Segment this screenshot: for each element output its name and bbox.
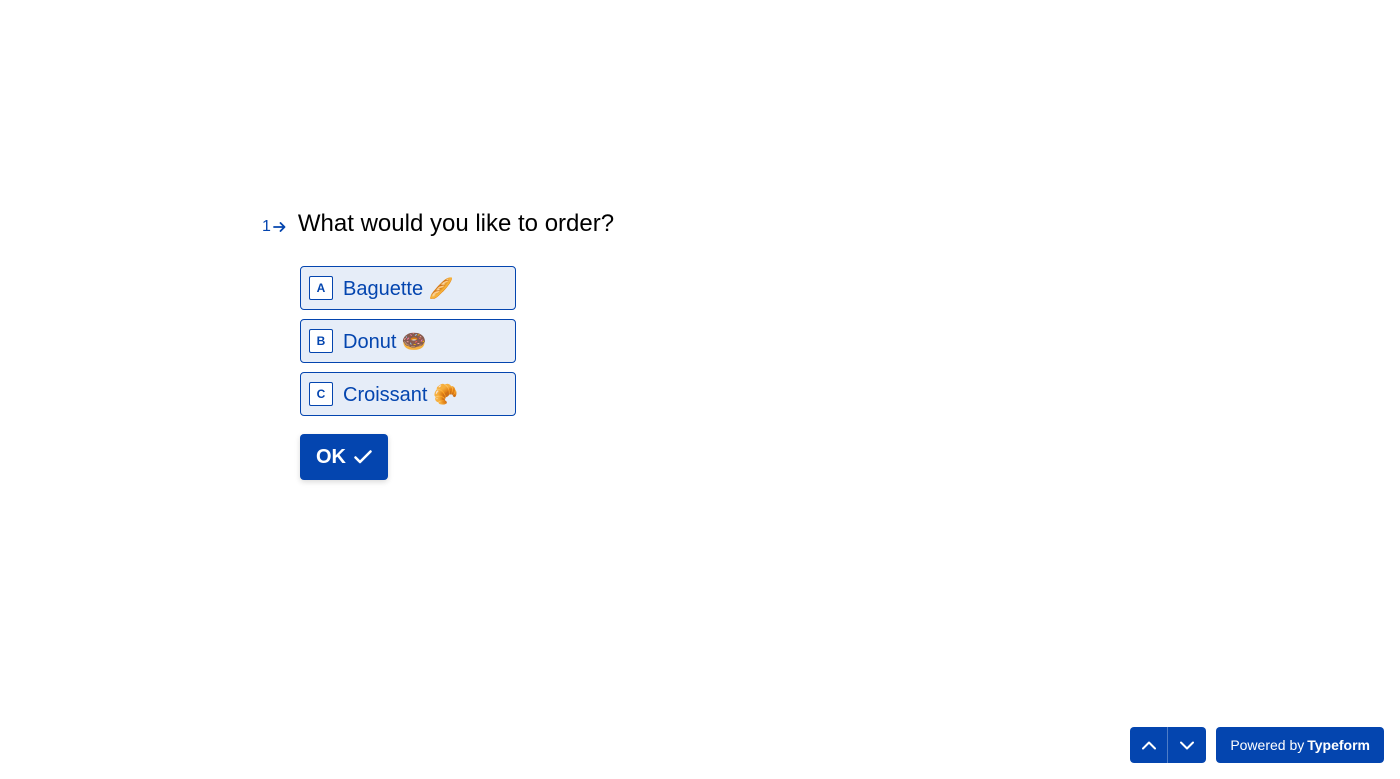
arrow-right-icon <box>273 222 286 232</box>
option-key: A <box>309 276 333 300</box>
option-label: Baguette 🥖 <box>343 276 454 301</box>
question-row: 1 What would you like to order? <box>262 210 614 238</box>
powered-by-brand: Typeform <box>1307 737 1370 753</box>
footer: Powered by Typeform <box>1130 727 1384 763</box>
option-c[interactable]: C Croissant 🥐 <box>300 372 516 416</box>
powered-by-prefix: Powered by <box>1230 737 1304 753</box>
question-number-text: 1 <box>262 218 271 236</box>
chevron-down-icon <box>1180 738 1194 753</box>
check-icon <box>354 450 372 464</box>
option-a[interactable]: A Baguette 🥖 <box>300 266 516 310</box>
question-text: What would you like to order? <box>298 210 614 238</box>
nav-up-button[interactable] <box>1130 727 1168 763</box>
options-container: A Baguette 🥖 B Donut 🍩 C Croissant 🥐 <box>300 266 614 416</box>
option-key: C <box>309 382 333 406</box>
option-b[interactable]: B Donut 🍩 <box>300 319 516 363</box>
option-label: Donut 🍩 <box>343 329 427 354</box>
nav-down-button[interactable] <box>1168 727 1206 763</box>
nav-buttons <box>1130 727 1206 763</box>
ok-button[interactable]: OK <box>300 434 388 480</box>
option-key: B <box>309 329 333 353</box>
option-label: Croissant 🥐 <box>343 382 458 407</box>
chevron-up-icon <box>1142 738 1156 753</box>
form-container: 1 What would you like to order? A Baguet… <box>262 210 614 480</box>
ok-button-label: OK <box>316 446 346 469</box>
question-number: 1 <box>262 218 286 236</box>
powered-by-button[interactable]: Powered by Typeform <box>1216 727 1384 763</box>
